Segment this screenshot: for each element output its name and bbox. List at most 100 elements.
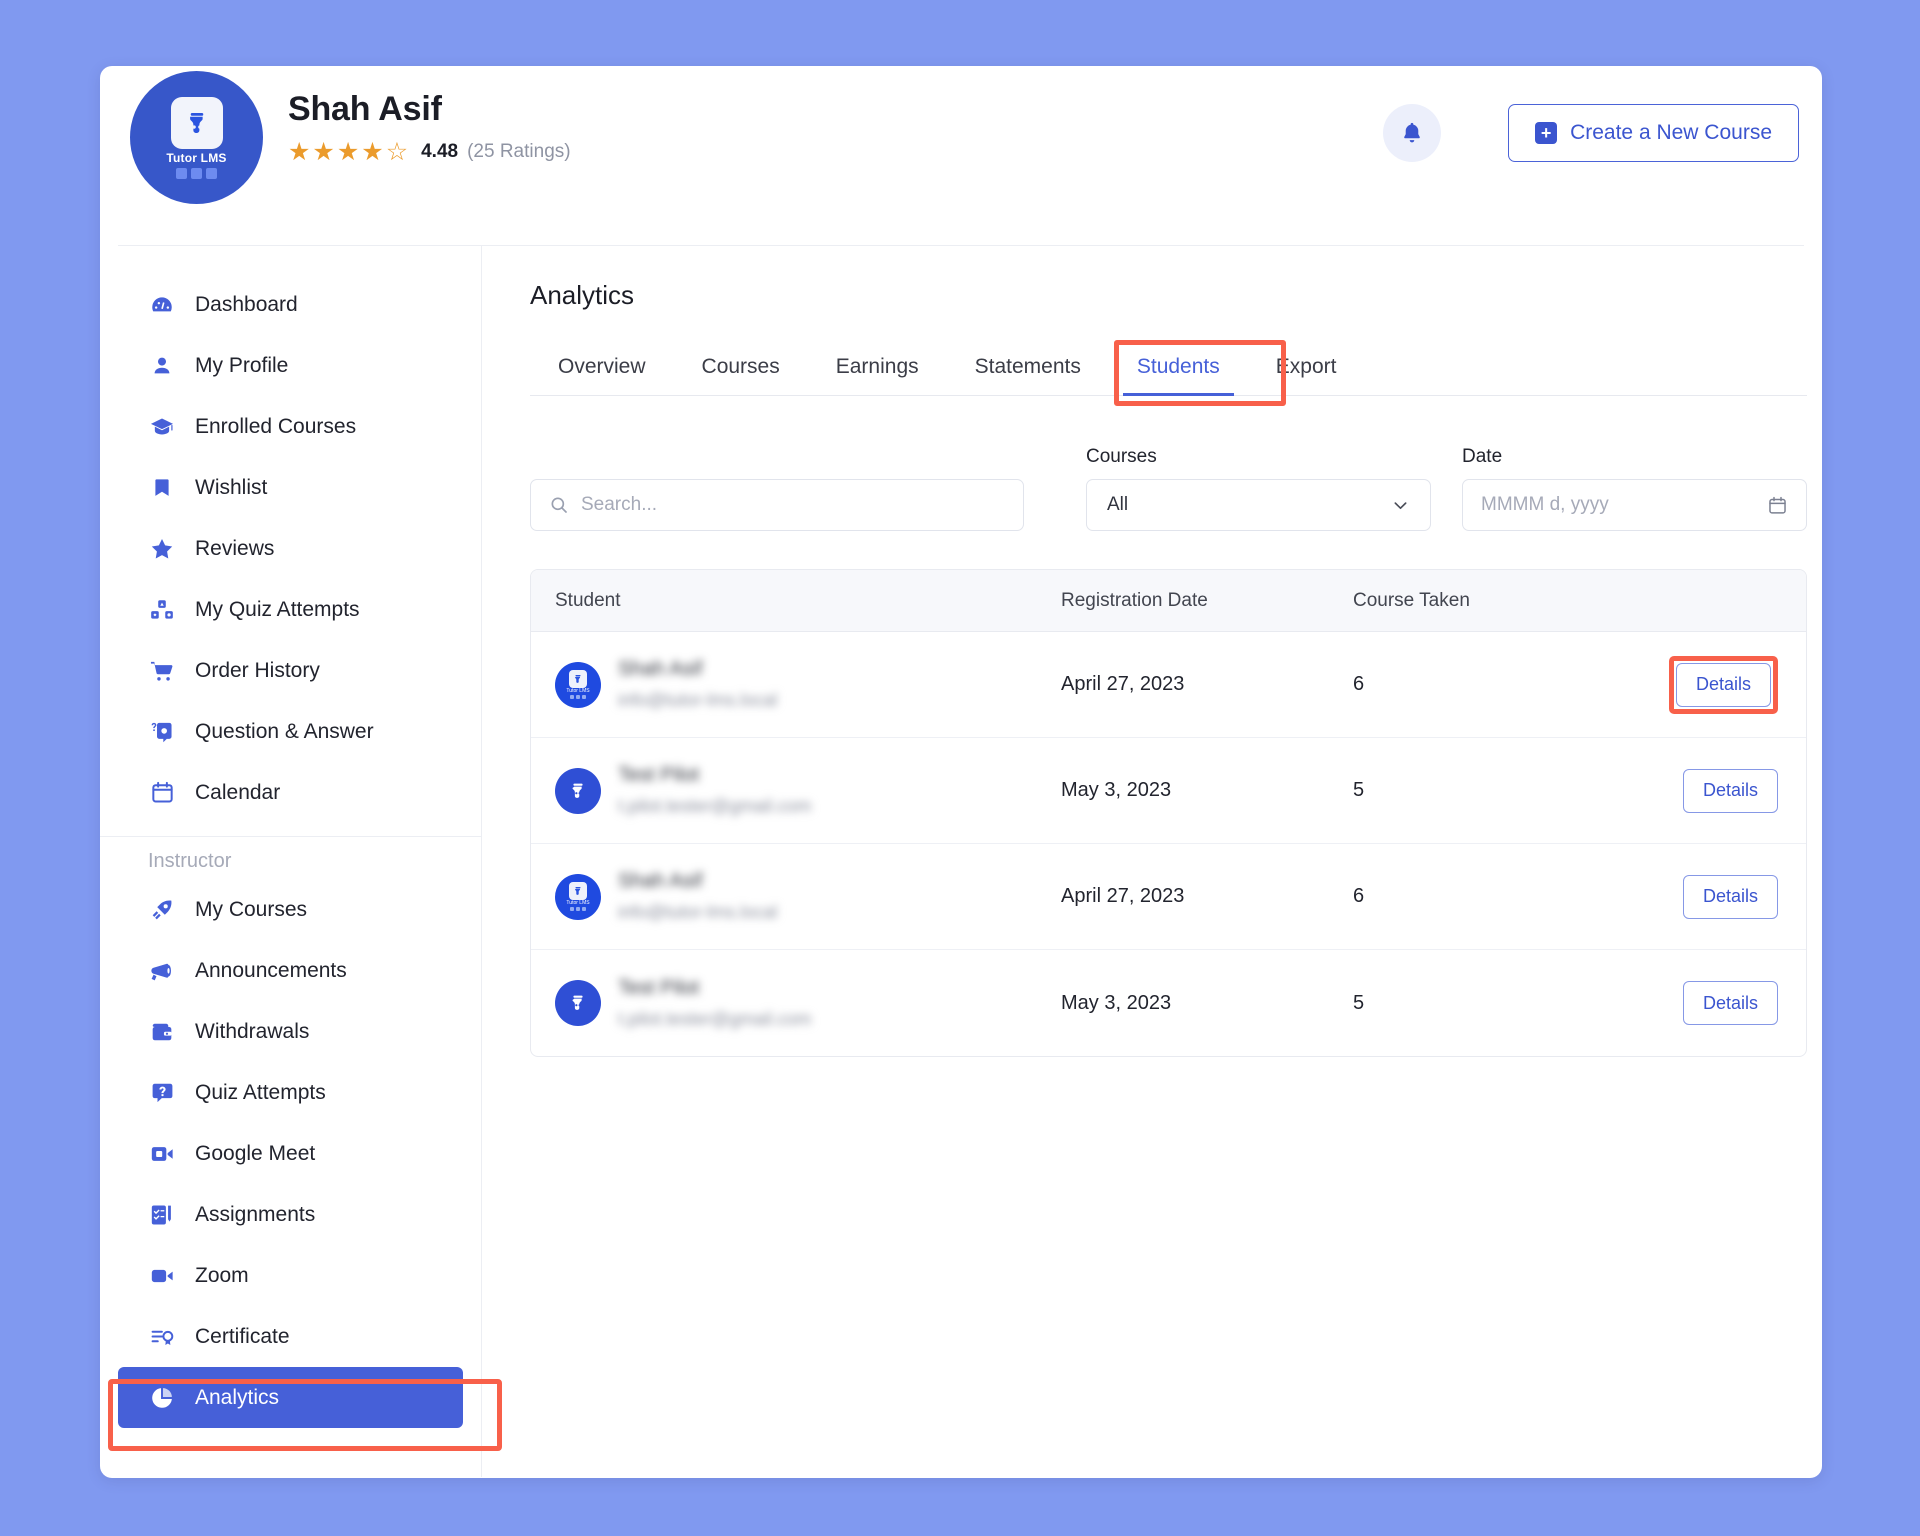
sidebar-item-my-courses[interactable]: My Courses bbox=[118, 879, 463, 940]
student-cell: Test Pilot t.pilot.tester@gmail.com bbox=[531, 764, 1061, 817]
tutor-mark-icon bbox=[572, 783, 583, 798]
certificate-icon bbox=[148, 1323, 176, 1351]
sidebar-item-assignments[interactable]: Assignments bbox=[118, 1184, 463, 1245]
search-input[interactable] bbox=[581, 480, 1005, 530]
details-highlight-box: Details bbox=[1669, 655, 1778, 714]
tab-students[interactable]: Students bbox=[1109, 345, 1248, 396]
profile-info: Shah Asif ★ ★ ★ ★ ☆ 4.48 (25 Ratings) bbox=[288, 88, 571, 165]
sidebar-label: Certificate bbox=[195, 1324, 290, 1348]
tab-overview[interactable]: Overview bbox=[530, 345, 674, 395]
course-taken-count: 5 bbox=[1353, 779, 1365, 801]
details-button[interactable]: Details bbox=[1676, 662, 1771, 707]
sidebar-item-reviews[interactable]: Reviews bbox=[118, 518, 463, 579]
checklist-icon bbox=[148, 1201, 176, 1229]
megaphone-icon bbox=[148, 957, 176, 985]
star-icon: ★ bbox=[361, 137, 384, 166]
sidebar-item-certificate[interactable]: Certificate bbox=[118, 1306, 463, 1367]
tab-courses[interactable]: Courses bbox=[674, 345, 808, 395]
sidebar-label: Zoom bbox=[195, 1263, 249, 1287]
dashboard-card: Tutor LMS Shah Asif ★ ★ ★ ★ ☆ 4.48 (25 R… bbox=[100, 66, 1822, 1478]
profile-header: Tutor LMS Shah Asif ★ ★ ★ ★ ☆ 4.48 (25 R… bbox=[118, 66, 1804, 246]
courses-select[interactable]: All bbox=[1086, 479, 1431, 531]
star-icon: ★ bbox=[288, 137, 311, 166]
sidebar-item-order-history[interactable]: Order History bbox=[118, 640, 463, 701]
avatar-brand-label: Tutor LMS bbox=[566, 899, 590, 906]
bookmark-icon bbox=[148, 474, 176, 502]
sidebar-item-withdrawals[interactable]: Withdrawals bbox=[118, 1001, 463, 1062]
profile-avatar: Tutor LMS bbox=[130, 71, 263, 204]
course-taken-count: 6 bbox=[1353, 885, 1365, 907]
sidebar-label: Analytics bbox=[195, 1385, 280, 1409]
sidebar-label: Dashboard bbox=[195, 292, 298, 316]
sidebar-label: Announcements bbox=[195, 958, 347, 982]
student-email: info@tutor-lms.local bbox=[618, 690, 778, 710]
table-row: Test Pilot t.pilot.tester@gmail.com May … bbox=[531, 738, 1806, 844]
row-action-cell: Details bbox=[1593, 655, 1806, 714]
sidebar-item-google-meet[interactable]: Google Meet bbox=[118, 1123, 463, 1184]
sidebar-label: Quiz Attempts bbox=[195, 1080, 326, 1104]
create-new-course-button[interactable]: + Create a New Course bbox=[1508, 104, 1799, 162]
date-input[interactable]: MMMM d, yyyy bbox=[1462, 479, 1807, 531]
sidebar-group-instructor: Instructor bbox=[148, 850, 232, 872]
sidebar-item-my-quiz-attempts[interactable]: My Quiz Attempts bbox=[118, 579, 463, 640]
notification-bell-button[interactable] bbox=[1383, 104, 1441, 162]
user-icon bbox=[148, 352, 176, 380]
student-avatar bbox=[555, 980, 601, 1026]
dashboard-gauge-icon bbox=[148, 291, 176, 319]
details-button[interactable]: Details bbox=[1683, 981, 1778, 1025]
tab-statements[interactable]: Statements bbox=[947, 345, 1109, 395]
sidebar-nav: Dashboard My Profile Enrolled Courses Wi… bbox=[100, 246, 502, 1477]
column-header-registration-date: Registration Date bbox=[1061, 589, 1208, 611]
rating-count: (25 Ratings) bbox=[467, 141, 571, 162]
sidebar-item-analytics[interactable]: Analytics bbox=[118, 1367, 463, 1428]
table-row: Tutor LMS Shah Asif info@tutor-lms.local… bbox=[531, 632, 1806, 738]
student-identity: Shah Asif info@tutor-lms.local bbox=[618, 870, 777, 923]
sidebar-label: Question & Answer bbox=[195, 719, 374, 743]
courses-filter-label: Courses bbox=[1086, 446, 1157, 467]
course-taken-count: 6 bbox=[1353, 673, 1365, 695]
avatar-brand-label: Tutor LMS bbox=[566, 687, 590, 694]
sidebar-label: Withdrawals bbox=[195, 1019, 310, 1043]
sidebar-item-wishlist[interactable]: Wishlist bbox=[118, 457, 463, 518]
registration-date: May 3, 2023 bbox=[1061, 991, 1172, 1014]
search-input-wrapper[interactable] bbox=[530, 479, 1024, 531]
sidebar-item-question-answer[interactable]: Question & Answer bbox=[118, 701, 463, 762]
row-action-cell: Details bbox=[1593, 768, 1806, 813]
sidebar-label: Google Meet bbox=[195, 1141, 316, 1165]
student-identity: Test Pilot t.pilot.tester@gmail.com bbox=[618, 977, 811, 1030]
sidebar-item-quiz-attempts[interactable]: Quiz Attempts bbox=[118, 1062, 463, 1123]
sidebar-label: My Profile bbox=[195, 353, 289, 377]
video-icon bbox=[148, 1262, 176, 1290]
star-icon: ★ bbox=[312, 137, 335, 166]
avatar-badges bbox=[570, 695, 586, 700]
dashboard-body: Dashboard My Profile Enrolled Courses Wi… bbox=[100, 246, 1822, 1477]
sidebar-item-dashboard[interactable]: Dashboard bbox=[118, 274, 463, 335]
calendar-icon[interactable] bbox=[1767, 495, 1788, 516]
sidebar-item-zoom[interactable]: Zoom bbox=[118, 1245, 463, 1306]
date-filter-label: Date bbox=[1462, 446, 1503, 467]
plus-icon: + bbox=[1535, 122, 1558, 144]
page-root: Tutor LMS Shah Asif ★ ★ ★ ★ ☆ 4.48 (25 R… bbox=[0, 0, 1920, 1536]
avatar-badges bbox=[176, 167, 217, 179]
tab-export[interactable]: Export bbox=[1248, 345, 1365, 395]
table-row: Test Pilot t.pilot.tester@gmail.com May … bbox=[531, 950, 1806, 1056]
star-icon bbox=[148, 535, 176, 563]
student-identity: Shah Asif info@tutor-lms.local bbox=[618, 658, 777, 711]
student-cell: Test Pilot t.pilot.tester@gmail.com bbox=[531, 977, 1061, 1030]
sidebar-item-calendar[interactable]: Calendar bbox=[118, 762, 463, 823]
sidebar-item-my-profile[interactable]: My Profile bbox=[118, 335, 463, 396]
sidebar-label: Order History bbox=[195, 658, 320, 682]
sidebar-item-enrolled-courses[interactable]: Enrolled Courses bbox=[118, 396, 463, 457]
row-action-cell: Details bbox=[1593, 981, 1806, 1025]
column-header-student: Student bbox=[555, 589, 621, 611]
details-button[interactable]: Details bbox=[1683, 874, 1778, 919]
date-filter-group: Date MMMM d, yyyy bbox=[1462, 446, 1807, 531]
tab-earnings[interactable]: Earnings bbox=[808, 345, 947, 395]
sidebar-item-announcements[interactable]: Announcements bbox=[118, 940, 463, 1001]
sidebar-label: Reviews bbox=[195, 536, 275, 560]
rating-stars: ★ ★ ★ ★ ☆ bbox=[288, 137, 408, 166]
date-placeholder-text: MMMM d, yyyy bbox=[1481, 494, 1609, 515]
details-button[interactable]: Details bbox=[1683, 768, 1778, 813]
rating-row: ★ ★ ★ ★ ☆ 4.48 (25 Ratings) bbox=[288, 137, 571, 166]
student-cell: Tutor LMS Shah Asif info@tutor-lms.local bbox=[531, 870, 1061, 923]
